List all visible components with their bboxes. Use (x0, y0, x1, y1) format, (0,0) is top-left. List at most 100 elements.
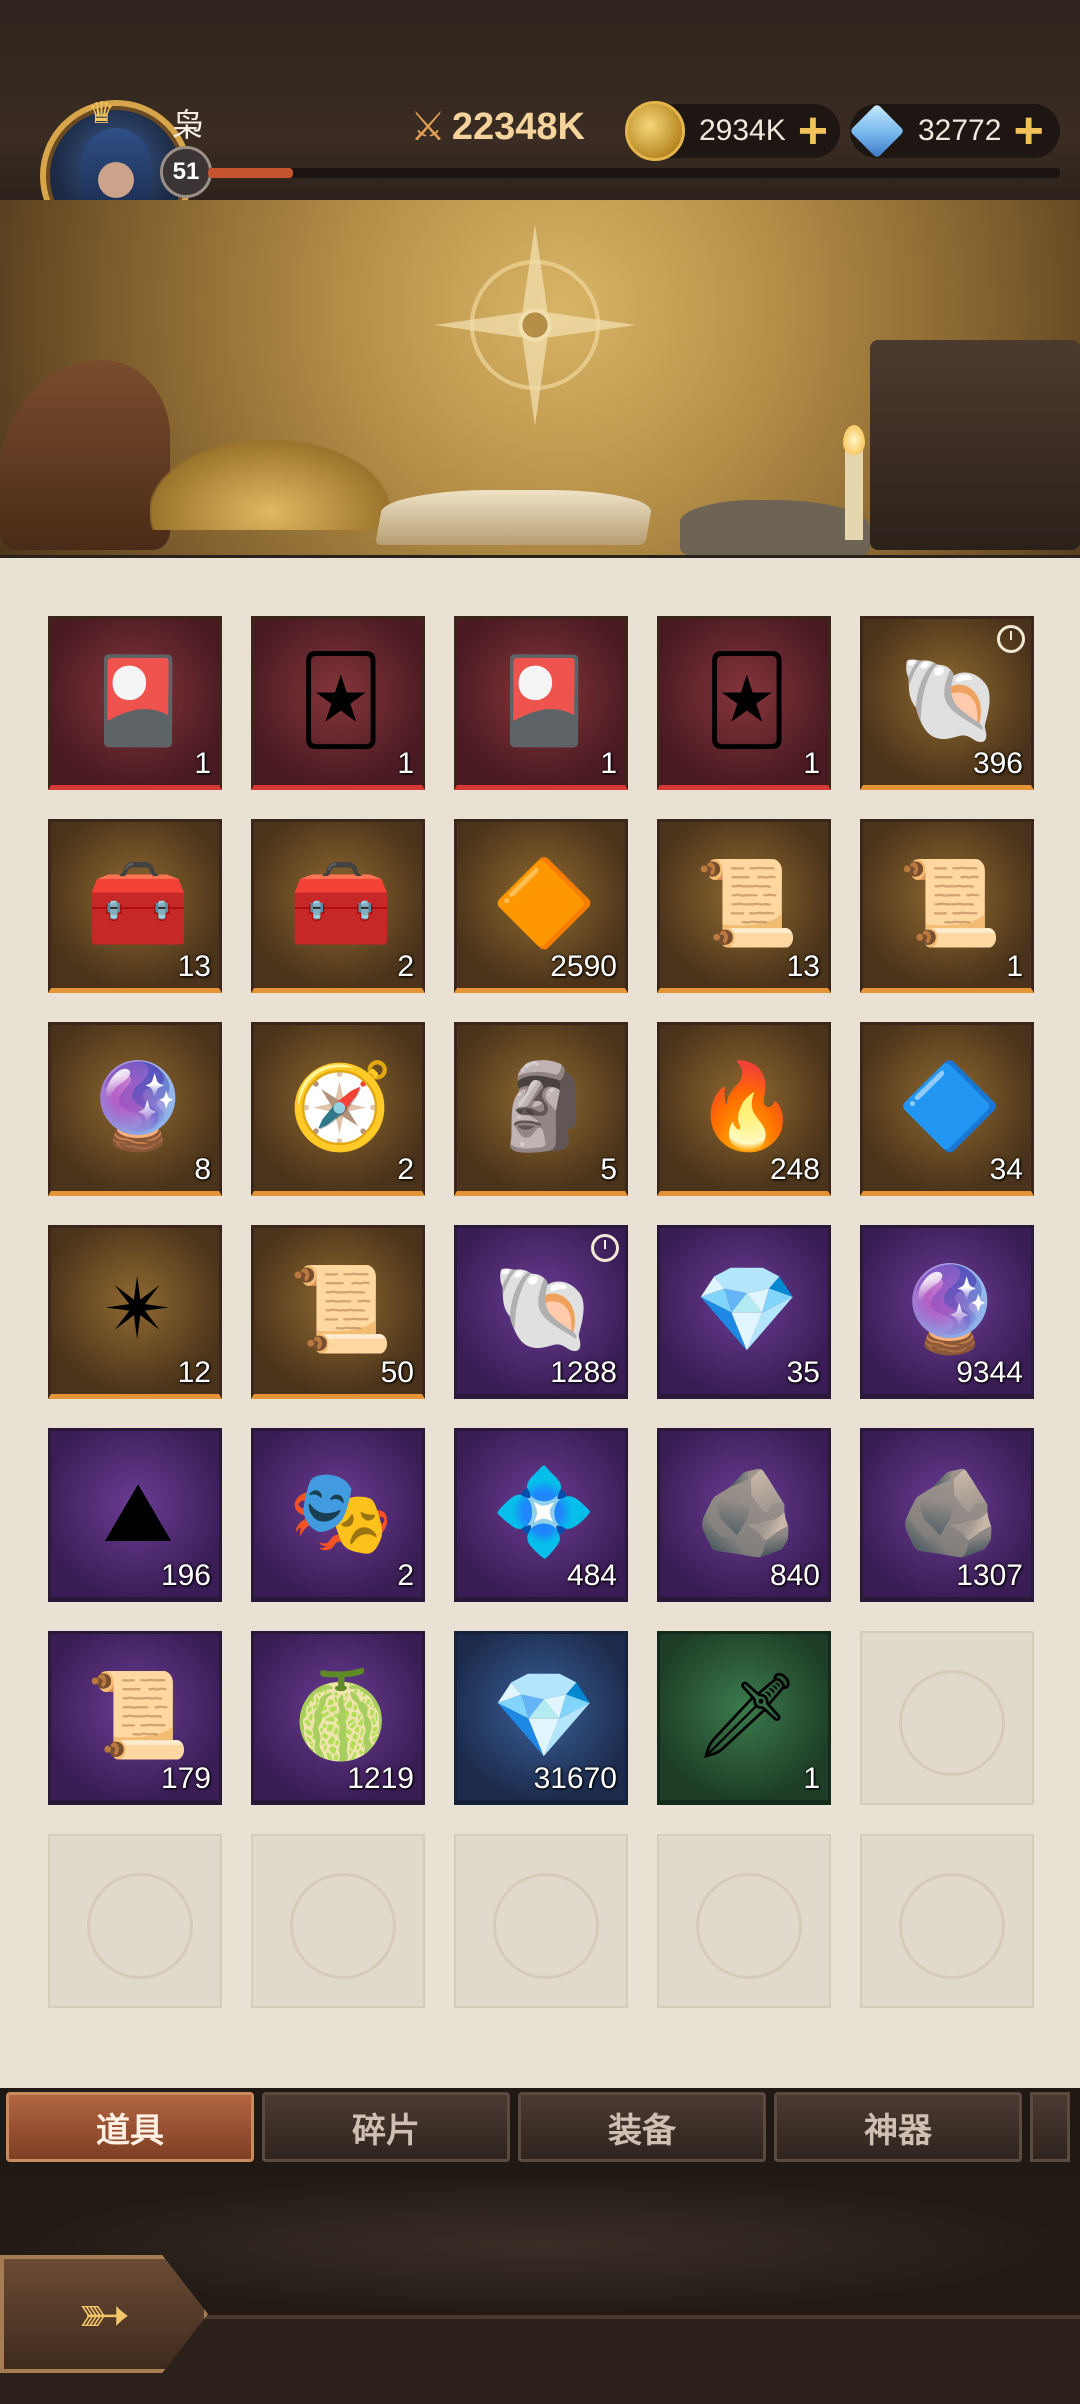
compass-medallion-icon: 🧭 (288, 1059, 394, 1153)
inventory-slot[interactable]: 💠 484 (454, 1428, 628, 1602)
inventory-slot[interactable]: 📜 13 (657, 819, 831, 993)
blue-shard-icon: 🔷 (897, 1059, 1003, 1153)
tab-artifacts[interactable]: 神器 (774, 2092, 1022, 2162)
item-quantity: 396 (972, 747, 1023, 780)
timer-icon (591, 1234, 619, 1262)
item-quantity: 1 (194, 747, 211, 780)
silver-ore-icon: 🪨 (694, 1465, 800, 1559)
blue-orb-icon: 🔮 (85, 1059, 191, 1153)
inventory-slot[interactable]: 📜 179 (48, 1631, 222, 1805)
candle (845, 450, 863, 540)
item-quantity: 1288 (550, 1356, 617, 1389)
green-seed-icon: 🍈 (288, 1668, 394, 1762)
empty-inventory-slot (454, 1834, 628, 2008)
inventory-slot[interactable]: 🧰 13 (48, 819, 222, 993)
tab-overflow[interactable] (1030, 2092, 1070, 2162)
add-gems-button[interactable]: + (1013, 105, 1043, 157)
inventory-slot[interactable]: 🪨 840 (657, 1428, 831, 1602)
inventory-slot[interactable]: 🔶 2590 (454, 819, 628, 993)
book-stack (870, 340, 1080, 550)
gem-currency: 32772 + (849, 103, 1060, 159)
coin-pile (150, 440, 390, 530)
timer-icon (997, 625, 1025, 653)
empty-slot-emblem-icon (899, 1873, 1005, 1979)
empty-slot-emblem-icon (899, 1670, 1005, 1776)
inventory-slot[interactable]: 🃏 1 (657, 616, 831, 790)
inventory-slot[interactable]: 🪨 1307 (860, 1428, 1034, 1602)
crossed-swords-icon: ⚔ (410, 105, 446, 149)
inventory-panel: 🎴 1 🃏 1 🎴 1 🃏 1 🐚 396 🧰 13 🧰 2 🔶 2590 📜 13 📜 1 🔮 8 🧭 2 🗿 5 🔥 248 🔷 34… (0, 558, 1080, 2088)
item-quantity: 1307 (956, 1559, 1023, 1592)
crystal-scroll-icon: 📜 (897, 856, 1003, 950)
empty-inventory-slot (860, 1631, 1034, 1805)
golden-star-emblem-icon: ✴ (102, 1262, 174, 1356)
tab-equipment[interactable]: 装备 (518, 2092, 766, 2162)
inventory-slot[interactable]: 🔷 34 (860, 1022, 1034, 1196)
item-quantity: 2 (397, 950, 414, 983)
inventory-slot[interactable]: ⛰ 196 (48, 1428, 222, 1602)
item-quantity: 13 (786, 950, 820, 983)
compass-emblem-icon (434, 224, 636, 426)
inventory-slot[interactable]: 🗡 1 (657, 1631, 831, 1805)
inventory-slot[interactable]: 🎴 1 (48, 616, 222, 790)
item-quantity: 1 (397, 747, 414, 780)
item-quantity: 2 (397, 1559, 414, 1592)
inventory-slot[interactable]: 💎 31670 (454, 1631, 628, 1805)
inventory-slot[interactable]: 🐚 1288 (454, 1225, 628, 1399)
inventory-slot[interactable]: 🗿 5 (454, 1022, 628, 1196)
item-quantity: 1 (600, 747, 617, 780)
xp-bar (208, 168, 1060, 178)
purple-crystal-icon: 🔮 (897, 1262, 1003, 1356)
inventory-slot[interactable]: 🔥 248 (657, 1022, 831, 1196)
back-arrow-icon: ➳ (77, 2277, 131, 2350)
inventory-grid: 🎴 1 🃏 1 🎴 1 🃏 1 🐚 396 🧰 13 🧰 2 🔶 2590 📜 13 📜 1 🔮 8 🧭 2 🗿 5 🔥 248 🔷 34… (48, 616, 1034, 2008)
red-scroll-icon: 📜 (288, 1262, 394, 1356)
combat-power-value: 22348K (451, 105, 585, 148)
inventory-slot[interactable]: 🍈 1219 (251, 1631, 425, 1805)
wooden-mask-icon: 🎭 (288, 1465, 394, 1559)
inventory-slot[interactable]: ✴ 12 (48, 1225, 222, 1399)
rune-stone-icon: 🪨 (897, 1465, 1003, 1559)
xp-bar-fill (208, 168, 294, 178)
combat-power: ⚔ 22348K (410, 104, 585, 150)
teal-dust-pile-icon: ⛰ (102, 1465, 174, 1559)
inventory-slot[interactable]: 🎴 1 (454, 616, 628, 790)
item-quantity: 1 (1006, 950, 1023, 983)
golden-scroll-icon: 📜 (694, 856, 800, 950)
parchment-scroll-icon: 📜 (85, 1668, 191, 1762)
inventory-slot[interactable]: 🔮 9344 (860, 1225, 1034, 1399)
inventory-slot[interactable]: 📜 50 (251, 1225, 425, 1399)
inventory-slot[interactable]: 💎 35 (657, 1225, 831, 1399)
item-quantity: 9344 (956, 1356, 1023, 1389)
item-quantity: 31670 (533, 1762, 617, 1795)
gold-amount: 2934K (699, 114, 786, 147)
inventory-slot[interactable]: 🧰 2 (251, 819, 425, 993)
treasure-chest-icon: 🧰 (288, 856, 394, 950)
inventory-slot[interactable]: 🧭 2 (251, 1022, 425, 1196)
inventory-slot[interactable]: 📜 1 (860, 819, 1034, 993)
fire-ore-icon: 🔥 (694, 1059, 800, 1153)
tab-fragments[interactable]: 碎片 (262, 2092, 510, 2162)
empty-inventory-slot (48, 1834, 222, 2008)
empty-inventory-slot (657, 1834, 831, 2008)
empty-inventory-slot (860, 1834, 1034, 2008)
gem-chest-icon: 💎 (694, 1262, 800, 1356)
inventory-slot[interactable]: 🎭 2 (251, 1428, 425, 1602)
orange-crystal-icon: 🔶 (491, 856, 597, 950)
rock-pile (680, 500, 870, 555)
golden-card-icon: 🃏 (298, 653, 384, 747)
item-quantity: 248 (769, 1153, 820, 1186)
player-name: 枭 (172, 107, 205, 143)
tab-items[interactable]: 道具 (6, 2092, 254, 2162)
add-gold-button[interactable]: + (798, 105, 828, 157)
inventory-slot[interactable]: 🃏 1 (251, 616, 425, 790)
inventory-slot[interactable]: 🐚 396 (860, 616, 1034, 790)
item-quantity: 484 (566, 1559, 617, 1592)
item-quantity: 12 (177, 1356, 211, 1389)
inventory-slot[interactable]: 🔮 8 (48, 1022, 222, 1196)
gold-coin-icon (625, 101, 685, 161)
item-quantity: 2590 (550, 950, 617, 983)
item-quantity: 2 (397, 1153, 414, 1186)
golden-card-icon: 🃏 (704, 653, 790, 747)
avatar-face (98, 162, 134, 198)
